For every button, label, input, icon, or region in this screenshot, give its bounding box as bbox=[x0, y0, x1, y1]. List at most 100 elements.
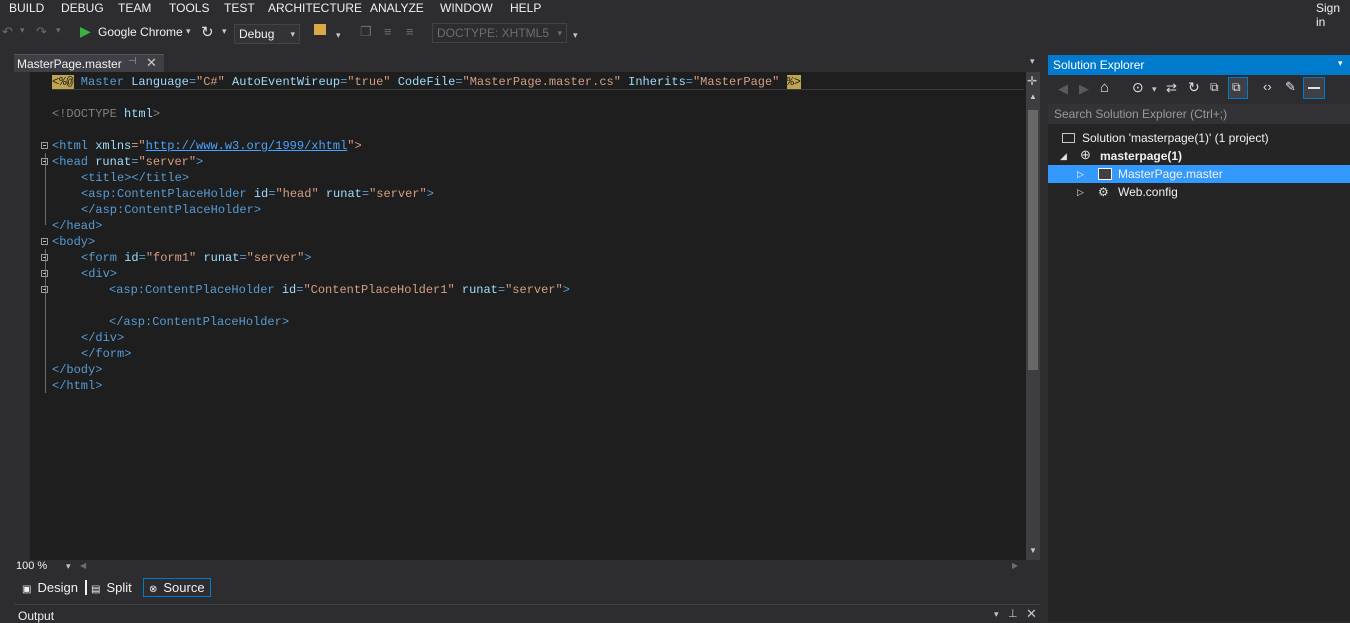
start-debugging-icon[interactable]: ▶ bbox=[80, 23, 91, 40]
menu-architecture[interactable]: ARCHITECTURE bbox=[268, 1, 362, 15]
browser-link-icon[interactable] bbox=[314, 24, 326, 35]
xmlns-link[interactable]: http://www.w3.org/1999/xhtml bbox=[146, 139, 348, 153]
output-pin-icon[interactable]: ⊥ bbox=[1008, 607, 1018, 620]
split-view-button[interactable]: ▤ Split bbox=[91, 578, 139, 597]
tree-item-masterpage[interactable]: ▷ MasterPage.master bbox=[1048, 165, 1350, 183]
code-line-5[interactable]: <title></title> bbox=[81, 170, 189, 186]
preview-selected-button[interactable] bbox=[1303, 77, 1325, 99]
code-line-1[interactable]: <%@ Master Language="C#" AutoEventWireup… bbox=[52, 74, 801, 90]
fold-toggle-form[interactable] bbox=[41, 254, 48, 261]
output-dropdown-icon[interactable]: ▾ bbox=[994, 609, 999, 620]
toolbar-overflow-icon[interactable]: ▾ bbox=[573, 30, 578, 41]
fold-toggle-html[interactable] bbox=[41, 142, 48, 149]
close-tab-icon[interactable]: ✕ bbox=[146, 55, 157, 71]
value-id: "form1" bbox=[145, 251, 197, 265]
code-line-6[interactable]: <asp:ContentPlaceHolder id="head" runat=… bbox=[81, 186, 434, 202]
refresh-icon[interactable]: ↻ bbox=[201, 23, 214, 41]
value-runat: "server" bbox=[369, 187, 427, 201]
forward-icon[interactable]: ▶ bbox=[1079, 81, 1089, 97]
collapse-all-icon[interactable]: ⧉ bbox=[1210, 80, 1219, 95]
menu-tools[interactable]: TOOLS bbox=[169, 1, 209, 15]
redo-dropdown-icon[interactable]: ▾ bbox=[56, 25, 61, 36]
zoom-level[interactable]: 100 % bbox=[16, 560, 47, 572]
menu-build[interactable]: BUILD bbox=[9, 1, 44, 15]
design-view-button[interactable]: ▣ Design bbox=[22, 578, 82, 597]
menu-team[interactable]: TEAM bbox=[118, 1, 151, 15]
pending-changes-dropdown-icon[interactable]: ▾ bbox=[1152, 84, 1157, 95]
view-code-icon[interactable]: ‹› bbox=[1263, 79, 1272, 94]
code-line-13[interactable]: </asp:ContentPlaceHolder> bbox=[109, 314, 289, 330]
code-line-10[interactable]: <form id="form1" runat="server"> bbox=[81, 250, 311, 266]
code-line-17[interactable]: </html> bbox=[52, 378, 102, 394]
fold-toggle-div[interactable] bbox=[41, 270, 48, 277]
attr-runat: runat bbox=[461, 283, 498, 297]
editor-gutter bbox=[14, 72, 30, 560]
fold-toggle-body[interactable] bbox=[41, 238, 48, 245]
tree-item-webconfig[interactable]: ▷ ⚙ Web.config bbox=[1048, 183, 1350, 201]
refresh-dropdown-icon[interactable]: ▾ bbox=[222, 26, 227, 37]
source-view-button[interactable]: ⊗ Source bbox=[143, 578, 211, 597]
run-target-label[interactable]: Google Chrome bbox=[98, 25, 183, 39]
home-icon[interactable]: ⌂ bbox=[1100, 79, 1109, 96]
menu-debug[interactable]: DEBUG bbox=[61, 1, 104, 15]
code-line-7[interactable]: </asp:ContentPlaceHolder> bbox=[81, 202, 261, 218]
run-target-dropdown-icon[interactable]: ▾ bbox=[186, 26, 191, 37]
configuration-select[interactable]: Debug ▾ bbox=[234, 24, 300, 44]
expanded-arrow-icon[interactable]: ◢ bbox=[1060, 147, 1067, 165]
code-line-2[interactable]: <!DOCTYPE html> bbox=[52, 106, 160, 122]
collapsed-arrow-icon[interactable]: ▷ bbox=[1077, 165, 1084, 183]
outdent-icon[interactable]: ≡ bbox=[384, 24, 392, 39]
code-line-14[interactable]: </div> bbox=[81, 330, 124, 346]
project-label: masterpage(1) bbox=[1100, 149, 1183, 163]
doctype-select[interactable]: DOCTYPE: XHTML5 ▾ bbox=[432, 23, 567, 43]
code-line-9[interactable]: <body> bbox=[52, 234, 95, 250]
refresh-icon[interactable]: ↻ bbox=[1188, 79, 1200, 96]
redo-icon[interactable]: ↷ bbox=[36, 24, 47, 40]
code-line-8[interactable]: </head> bbox=[52, 218, 102, 234]
collapsed-arrow-icon[interactable]: ▷ bbox=[1077, 183, 1084, 201]
code-line-16[interactable]: </body> bbox=[52, 362, 102, 378]
output-panel-header[interactable]: Output ▾ ⊥ ✕ bbox=[14, 604, 1040, 623]
show-all-files-button[interactable]: ⧉ bbox=[1228, 77, 1248, 99]
code-line-11[interactable]: <div> bbox=[81, 266, 117, 282]
properties-icon[interactable]: ✎ bbox=[1285, 79, 1296, 95]
menu-help[interactable]: HELP bbox=[510, 1, 541, 15]
source-icon: ⊗ bbox=[149, 584, 158, 595]
tree-item-solution[interactable]: Solution 'masterpage(1)' (1 project) bbox=[1048, 129, 1350, 147]
solution-explorer-header[interactable]: Solution Explorer ▾ bbox=[1048, 55, 1350, 75]
back-icon[interactable]: ◀ bbox=[1058, 81, 1068, 97]
scroll-up-icon[interactable]: ▲ bbox=[1029, 92, 1037, 101]
code-line-4[interactable]: <head runat="server"> bbox=[52, 154, 203, 170]
fold-toggle-head[interactable] bbox=[41, 158, 48, 165]
menu-test[interactable]: TEST bbox=[224, 1, 255, 15]
code-line-3[interactable]: <html xmlns="http://www.w3.org/1999/xhtm… bbox=[52, 138, 362, 154]
scroll-down-icon[interactable]: ▼ bbox=[1029, 546, 1037, 555]
undo-dropdown-icon[interactable]: ▾ bbox=[20, 25, 25, 36]
browser-link-dropdown-icon[interactable]: ▾ bbox=[336, 30, 341, 41]
code-line-12[interactable]: <asp:ContentPlaceHolder id="ContentPlace… bbox=[109, 282, 570, 298]
menu-window[interactable]: WINDOW bbox=[440, 1, 493, 15]
menu-analyze[interactable]: ANALYZE bbox=[370, 1, 424, 15]
tab-list-dropdown-icon[interactable]: ▾ bbox=[1030, 56, 1035, 67]
undo-icon[interactable]: ↶ bbox=[2, 24, 13, 40]
pending-changes-icon[interactable]: ⊙ bbox=[1132, 79, 1144, 96]
code-line-15[interactable]: </form> bbox=[81, 346, 131, 362]
sync-icon[interactable]: ⇄ bbox=[1166, 80, 1177, 96]
solution-explorer-dropdown-icon[interactable]: ▾ bbox=[1338, 58, 1343, 69]
scroll-left-icon[interactable]: ◀ bbox=[80, 561, 86, 570]
scroll-right-icon[interactable]: ▶ bbox=[1012, 561, 1018, 570]
solution-explorer-title: Solution Explorer bbox=[1053, 58, 1145, 72]
value-inherits: "MasterPage" bbox=[692, 75, 780, 89]
fold-toggle-placeholder[interactable] bbox=[41, 286, 48, 293]
format-icon[interactable]: ❐ bbox=[360, 24, 372, 40]
split-window-icon[interactable]: ✛ bbox=[1027, 74, 1037, 88]
vertical-scroll-thumb[interactable] bbox=[1028, 110, 1038, 370]
zoom-dropdown-icon[interactable]: ▾ bbox=[66, 561, 71, 572]
attr-autoeventwireup: AutoEventWireup bbox=[232, 75, 341, 89]
indent-icon[interactable]: ≡ bbox=[406, 24, 414, 39]
output-close-icon[interactable]: ✕ bbox=[1026, 606, 1037, 622]
document-tab[interactable]: MasterPage.master ⊣ ✕ bbox=[14, 54, 164, 72]
solution-explorer-search[interactable]: Search Solution Explorer (Ctrl+;) bbox=[1048, 104, 1350, 124]
tree-item-project[interactable]: ◢ ⊕ masterpage(1) bbox=[1048, 147, 1350, 165]
pin-icon[interactable]: ⊣ bbox=[128, 56, 137, 67]
